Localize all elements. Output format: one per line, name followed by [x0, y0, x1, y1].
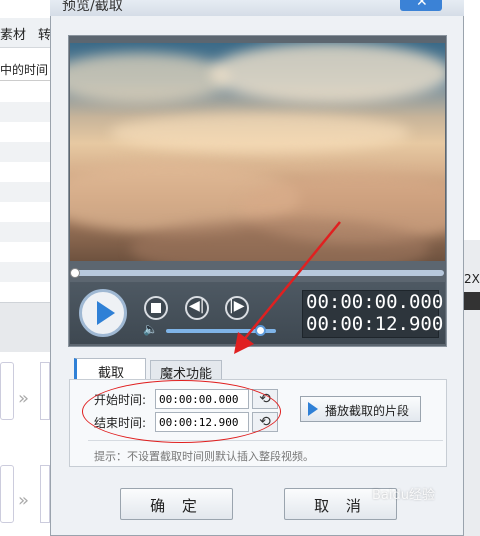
background-window-right-top — [462, 0, 480, 240]
hint-text: 提示：不设置截取时间则默认插入整段视频。 — [94, 450, 314, 463]
ok-button[interactable]: 确 定 — [120, 488, 233, 520]
background-clip-card[interactable] — [0, 362, 14, 420]
prev-frame-icon: ◀| — [189, 298, 205, 314]
background-next-button[interactable] — [464, 292, 480, 310]
play-clip-button[interactable]: 播放截取的片段 — [300, 396, 421, 422]
play-icon — [97, 301, 115, 325]
background-tab-material[interactable]: 素材 — [0, 24, 26, 43]
dialog-title: 预览/截取 — [62, 0, 123, 14]
background-clip-card[interactable] — [0, 465, 14, 523]
stop-icon — [151, 303, 161, 313]
annotation-ellipse — [82, 380, 281, 443]
close-icon[interactable]: ✕ — [416, 0, 428, 10]
volume-icon[interactable]: 🔈 — [143, 322, 158, 336]
tab-capture[interactable]: 截取 — [74, 358, 146, 381]
annotation-arrow — [234, 221, 341, 354]
tab-magic-features[interactable]: 魔术功能 — [150, 360, 222, 382]
background-speed-label: 2X — [464, 272, 480, 286]
background-chevron-icon: » — [18, 388, 30, 409]
progress-handle[interactable] — [70, 268, 80, 278]
background-clip-card[interactable] — [40, 362, 50, 420]
background-clip-card[interactable] — [40, 465, 50, 523]
background-chevron-icon: » — [18, 490, 30, 511]
watermark: Baidu经验 — [372, 488, 435, 503]
play-clip-icon — [308, 402, 318, 416]
